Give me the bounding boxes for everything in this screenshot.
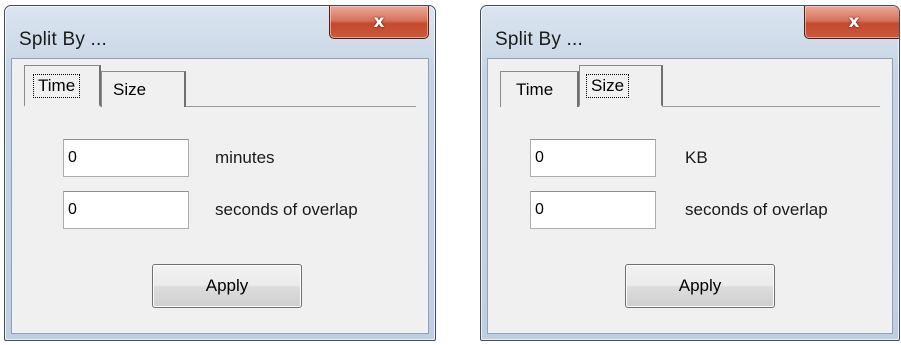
tab-label: Size bbox=[113, 80, 147, 99]
tab-panel-time: minutes seconds of overlap Apply bbox=[24, 106, 416, 321]
tab-time[interactable]: Time bbox=[24, 65, 101, 107]
window-title: Split By ... bbox=[495, 29, 583, 50]
apply-button[interactable]: Apply bbox=[625, 264, 775, 308]
dialog-client-area: Time Size KB seconds of overlap Apply bbox=[487, 58, 893, 334]
overlap-seconds-label: seconds of overlap bbox=[215, 200, 358, 219]
minutes-label: minutes bbox=[215, 148, 275, 167]
close-icon: x bbox=[848, 11, 860, 32]
kb-label: KB bbox=[685, 148, 708, 167]
overlap-seconds-label: seconds of overlap bbox=[685, 200, 828, 219]
close-icon: x bbox=[373, 11, 385, 32]
tab-label: Size bbox=[585, 74, 630, 98]
overlap-seconds-input[interactable] bbox=[530, 191, 656, 229]
split-by-dialog-time: Split By ... x Time Size minutes seconds… bbox=[4, 5, 436, 341]
window-title: Split By ... bbox=[19, 29, 107, 50]
close-button[interactable]: x bbox=[329, 6, 429, 39]
tab-panel-size: KB seconds of overlap Apply bbox=[500, 106, 880, 321]
tab-time[interactable]: Time bbox=[500, 71, 579, 107]
title-bar: Split By ... x bbox=[481, 6, 899, 58]
tab-size[interactable]: Size bbox=[579, 65, 663, 107]
minutes-input[interactable] bbox=[63, 139, 189, 177]
tab-label: Time bbox=[516, 80, 554, 99]
split-by-dialog-size: Split By ... x Time Size KB seconds of o… bbox=[480, 5, 900, 341]
kb-input[interactable] bbox=[530, 139, 656, 177]
close-button[interactable]: x bbox=[804, 6, 899, 39]
title-bar: Split By ... x bbox=[5, 6, 435, 58]
overlap-seconds-input[interactable] bbox=[63, 191, 189, 229]
screenshot-canvas: Split By ... x Time Size minutes seconds… bbox=[0, 0, 901, 345]
dialog-client-area: Time Size minutes seconds of overlap App… bbox=[11, 58, 429, 334]
apply-button[interactable]: Apply bbox=[152, 264, 302, 308]
tab-size[interactable]: Size bbox=[101, 71, 186, 107]
tab-label: Time bbox=[32, 74, 81, 98]
